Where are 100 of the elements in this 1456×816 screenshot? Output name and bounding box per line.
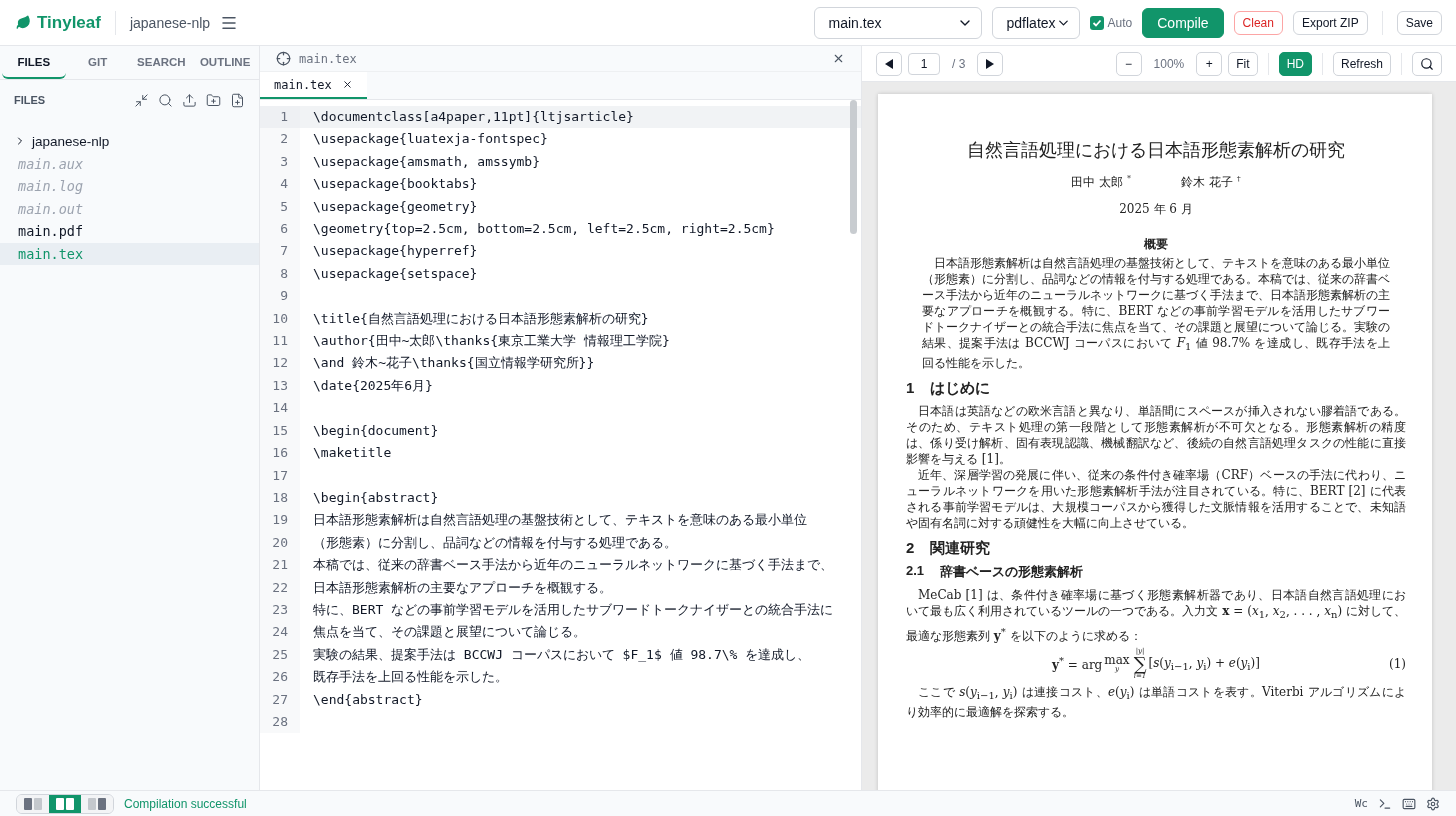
zoom-out-button[interactable]: − bbox=[1115, 51, 1142, 76]
code-line: \date{2025年6月} bbox=[312, 376, 434, 395]
project-name: japanese-nlp bbox=[129, 14, 211, 31]
close-icon[interactable] bbox=[832, 52, 845, 65]
close-icon[interactable] bbox=[341, 79, 353, 90]
section-number: 2 bbox=[906, 539, 915, 559]
section-number: 2.1 bbox=[906, 563, 925, 581]
save-button[interactable]: Save bbox=[1396, 10, 1442, 35]
terminal-icon[interactable] bbox=[1378, 796, 1392, 811]
search-icon bbox=[1420, 56, 1434, 71]
line-number: 21 bbox=[260, 554, 300, 577]
folder-plus-button[interactable] bbox=[205, 92, 221, 108]
code-line: 特に、BERT などの事前学習モデルを活用したサブワードトークナイザーとの統合手法に bbox=[312, 600, 835, 619]
layout-icon bbox=[24, 797, 42, 810]
settings-icon[interactable] bbox=[1426, 796, 1440, 811]
code-line: \begin{document} bbox=[312, 421, 440, 440]
line-number: 22 bbox=[260, 576, 300, 599]
code-line: \usepackage{amsmath, amssymb} bbox=[312, 152, 541, 171]
code-line: \and 鈴木~花子\thanks{国立情報学研究所}} bbox=[312, 354, 596, 373]
search-icon bbox=[157, 92, 173, 108]
layout-toggle[interactable] bbox=[81, 794, 113, 813]
hd-button[interactable]: HD bbox=[1278, 51, 1312, 76]
page-input[interactable]: 1 bbox=[908, 52, 940, 75]
zoom-level: 100% bbox=[1152, 56, 1186, 71]
layout-toggle[interactable] bbox=[49, 794, 81, 813]
checkmark-icon bbox=[1091, 17, 1102, 28]
word-count-button[interactable]: Wc bbox=[1354, 797, 1368, 810]
code-line: \begin{abstract} bbox=[312, 488, 440, 507]
upload-button[interactable] bbox=[181, 92, 197, 108]
scrollbar-thumb[interactable] bbox=[850, 100, 857, 234]
file-plus-button[interactable] bbox=[229, 92, 245, 108]
search-button[interactable] bbox=[1412, 51, 1442, 76]
document-title: 自然言語処理における日本語形態素解析の研究 bbox=[966, 138, 1346, 162]
code-line: \title{自然言語処理における日本語形態素解析の研究} bbox=[312, 309, 650, 328]
zoom-in-button[interactable]: + bbox=[1196, 51, 1223, 76]
section-number: 1 bbox=[906, 379, 915, 399]
line-number: 8 bbox=[260, 262, 300, 286]
line-number: 16 bbox=[260, 442, 300, 465]
layout-toggle[interactable] bbox=[17, 794, 49, 813]
line-number: 13 bbox=[260, 374, 300, 398]
code-line: \end{abstract} bbox=[312, 690, 424, 709]
keyboard-icon[interactable] bbox=[1402, 796, 1416, 811]
code-line: 日本語形態素解析の主要なアプローチを概観する。 bbox=[312, 578, 613, 597]
line-number: 2 bbox=[260, 128, 300, 151]
line-number: 26 bbox=[260, 666, 300, 689]
code-line: 実験の結果、提案手法は BCCWJ コーパスにおいて $F_1$ 値 98.7\% を達成し、 bbox=[312, 645, 812, 664]
line-number: 23 bbox=[260, 598, 300, 622]
line-number: 28 bbox=[260, 710, 300, 734]
code-line: \geometry{top=2.5cm, bottom=2.5cm, left=2.5cm, right=2.5cm} bbox=[312, 220, 776, 239]
file-path: main.tex bbox=[299, 51, 358, 66]
page-total: / 3 bbox=[951, 56, 967, 71]
auto-checkbox[interactable] bbox=[1089, 15, 1104, 30]
auto-label: Auto bbox=[1107, 15, 1133, 30]
code-line: 焦点を当て、その課題と展望について論じる。 bbox=[312, 623, 587, 642]
triangle-right-icon bbox=[986, 58, 995, 69]
previous-page-button[interactable] bbox=[876, 51, 902, 76]
engine-select[interactable]: pdflatex bbox=[991, 6, 1080, 39]
section-heading: 辞書ベースの形態素解析 bbox=[940, 563, 1084, 582]
sidebar-tab[interactable]: FILES bbox=[2, 46, 66, 79]
search-button[interactable] bbox=[157, 92, 173, 108]
folder-item[interactable]: japanese-nlp bbox=[0, 130, 259, 153]
line-number: 6 bbox=[260, 218, 300, 241]
fit-button[interactable]: Fit bbox=[1228, 51, 1258, 76]
triangle-left-icon bbox=[885, 58, 893, 69]
line-number: 3 bbox=[260, 150, 300, 174]
refresh-button[interactable]: Refresh bbox=[1332, 51, 1391, 76]
sidebar-tab[interactable]: GIT bbox=[65, 46, 130, 79]
file-select[interactable]: main.tex bbox=[813, 6, 982, 39]
folder-plus-icon bbox=[205, 92, 221, 108]
status-message: Compilation successful bbox=[124, 796, 248, 811]
sidebar-tab[interactable]: OUTLINE bbox=[193, 46, 257, 79]
line-number: 27 bbox=[260, 688, 300, 711]
files-heading: FILES bbox=[14, 94, 47, 106]
editor-tab[interactable]: main.tex bbox=[260, 72, 367, 99]
collapse-button[interactable] bbox=[133, 92, 149, 108]
file-item[interactable]: main.pdf bbox=[0, 220, 259, 243]
code-line: \author{田中~太郎\thanks{東京工業大学 情報理工学院} bbox=[312, 332, 671, 351]
compile-button[interactable]: Compile bbox=[1142, 7, 1224, 38]
sidebar-tab[interactable]: SEARCH bbox=[129, 46, 194, 79]
next-page-button[interactable] bbox=[977, 51, 1004, 76]
app-name: Tinyleaf bbox=[37, 12, 101, 33]
code-line: 既存手法を上回る性能を示した。 bbox=[312, 668, 509, 687]
abstract-text: 日本語形態素解析は自然言語処理の基盤技術として、テキストを意味のある最小単位（形態素）に分割し、品詞などの情報を付与する処理である。本稿では、従来の辞書ベース手法から近年のニューラルネットワークに基づく手法まで、日本語形態素解析の主要なアプローチを概観する。特に、BERT などの事前学習モデルを活用したサブワードトークナイザーとの統合手法に焦点を当て、その課題と展望について論じる。実験の結果、提案手法は BCCWJ コーパスにおいて F$_{1}$ 値 98.7% を達成し、既存手法を上回る性能を示した。 bbox=[922, 255, 1390, 372]
paragraph: 日本語は英語などの欧米言語と異なり、単語間にスペースが挿入されない膠着語である。そのため、テキスト処理の第一段階として形態素解析が不可欠となる。形態素解析の精度は、係り受け解析、固有表現認識、機械翻訳など、後続の自然言語処理タスクの性能に直接影響を与える [1]。 bbox=[906, 403, 1406, 468]
line-number: 14 bbox=[260, 397, 300, 420]
document-date: 2025 年 6 月 bbox=[1118, 201, 1194, 218]
code-line: \usepackage{geometry} bbox=[312, 197, 479, 216]
line-number: 20 bbox=[260, 531, 300, 555]
code-line: \maketitle bbox=[312, 444, 393, 463]
line-number: 11 bbox=[260, 330, 300, 353]
line-number: 25 bbox=[260, 643, 300, 667]
clean-button[interactable]: Clean bbox=[1233, 10, 1283, 35]
code-line: 日本語形態素解析は自然言語処理の基盤技術として、テキストを意味のある最小単位 bbox=[312, 511, 808, 530]
author-name: 鈴木 花子 $^{†}$ bbox=[1181, 174, 1241, 191]
paragraph: ここで s(y$_{i−1}$, y$_{i}$) は連接コスト、e(y$_{i}$) は単語コストを表す。Viterbi アルゴリズムにより効率的に最適解を探索する。 bbox=[906, 683, 1406, 721]
line-number: 7 bbox=[260, 240, 300, 263]
author-name: 田中 太郎 $^{*}$ bbox=[1071, 174, 1131, 191]
export-button[interactable]: Export ZIP bbox=[1292, 10, 1368, 35]
equation-number: (1) bbox=[1389, 656, 1406, 671]
code-line: \usepackage{booktabs} bbox=[312, 175, 479, 194]
